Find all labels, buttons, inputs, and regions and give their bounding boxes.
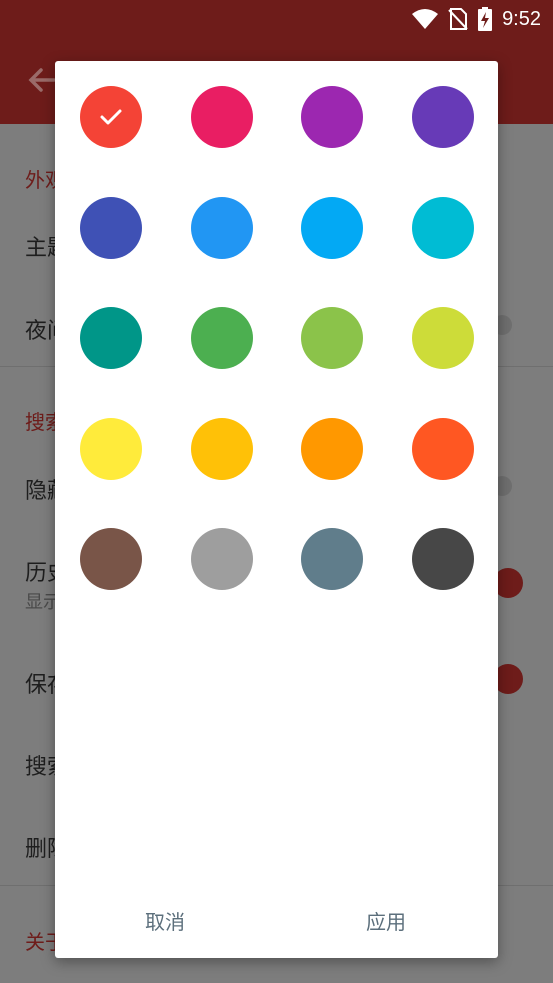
color-swatch-light-blue[interactable] (301, 196, 363, 259)
color-swatch-red[interactable] (80, 86, 142, 148)
no-sim-icon (448, 8, 468, 30)
color-swatch-teal[interactable] (80, 307, 142, 369)
wifi-icon (412, 9, 439, 29)
color-swatch-dark-grey[interactable] (411, 528, 474, 590)
color-swatch-purple[interactable] (301, 86, 363, 148)
color-swatch-pink[interactable] (190, 86, 253, 148)
battery-charging-icon (478, 7, 493, 31)
color-swatch-orange[interactable] (301, 417, 363, 480)
color-swatch-grey[interactable] (190, 528, 253, 590)
color-swatch-blue-grey[interactable] (301, 528, 363, 590)
color-swatch-deep-orange[interactable] (411, 417, 474, 480)
color-swatch-amber[interactable] (190, 417, 253, 480)
color-swatch-lime[interactable] (411, 307, 474, 369)
color-swatch-indigo[interactable] (80, 196, 142, 259)
color-swatch-light-green[interactable] (301, 307, 363, 369)
checkmark-icon (97, 103, 125, 135)
color-swatch-blue[interactable] (190, 196, 253, 259)
color-swatch-brown[interactable] (80, 528, 142, 590)
status-icons: 9:52 (412, 6, 541, 32)
color-swatch-green[interactable] (190, 307, 253, 369)
color-swatch-yellow[interactable] (80, 417, 142, 480)
apply-button[interactable]: 应用 (356, 900, 416, 944)
color-swatch-cyan[interactable] (411, 196, 474, 259)
status-bar: 9:52 (0, 0, 553, 38)
dialog-actions: 取消 应用 (55, 886, 498, 958)
back-arrow-icon[interactable] (26, 64, 58, 100)
color-picker-dialog: 取消 应用 (55, 61, 498, 958)
status-time: 9:52 (502, 7, 541, 30)
color-swatch-deep-purple[interactable] (411, 86, 474, 148)
cancel-button[interactable]: 取消 (135, 900, 195, 944)
